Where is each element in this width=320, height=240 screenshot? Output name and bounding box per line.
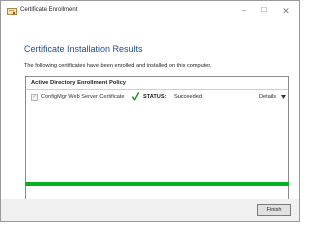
page-description: The following certificates have been enr… [24, 63, 212, 69]
certificate-enrollment-window: Certificate Enrollment – ☐ ✕ Certificate… [0, 0, 300, 222]
close-button[interactable]: ✕ [279, 5, 293, 17]
window-title: Certificate Enrollment [20, 7, 78, 13]
progress-fill [25, 182, 289, 186]
page-title: Certificate Installation Results [24, 44, 143, 54]
minimize-button[interactable]: – [237, 5, 251, 17]
chevron-down-icon[interactable] [281, 95, 286, 99]
details-link[interactable]: Details [259, 94, 276, 100]
policy-header: Active Directory Enrollment Policy [26, 77, 288, 90]
wizard-content: Certificate Installation Results The fol… [1, 23, 299, 200]
progress-bar [25, 182, 289, 186]
maximize-button[interactable]: ☐ [257, 5, 271, 17]
wizard-footer: Finish [1, 182, 299, 221]
title-bar: Certificate Enrollment – ☐ ✕ [1, 1, 299, 23]
certificate-checkbox: ✓ [31, 94, 38, 101]
policy-title: Active Directory Enrollment Policy [31, 80, 127, 86]
status-value: Succeeded [174, 94, 202, 100]
status-label: STATUS: [143, 94, 167, 100]
certificate-icon [7, 8, 17, 15]
finish-button[interactable]: Finish [257, 204, 291, 216]
green-check-icon [132, 92, 139, 101]
certificate-name: ConfigMgr Web Server Certificate [41, 94, 125, 100]
certificate-row[interactable]: ✓ ConfigMgr Web Server Certificate STATU… [26, 91, 288, 105]
